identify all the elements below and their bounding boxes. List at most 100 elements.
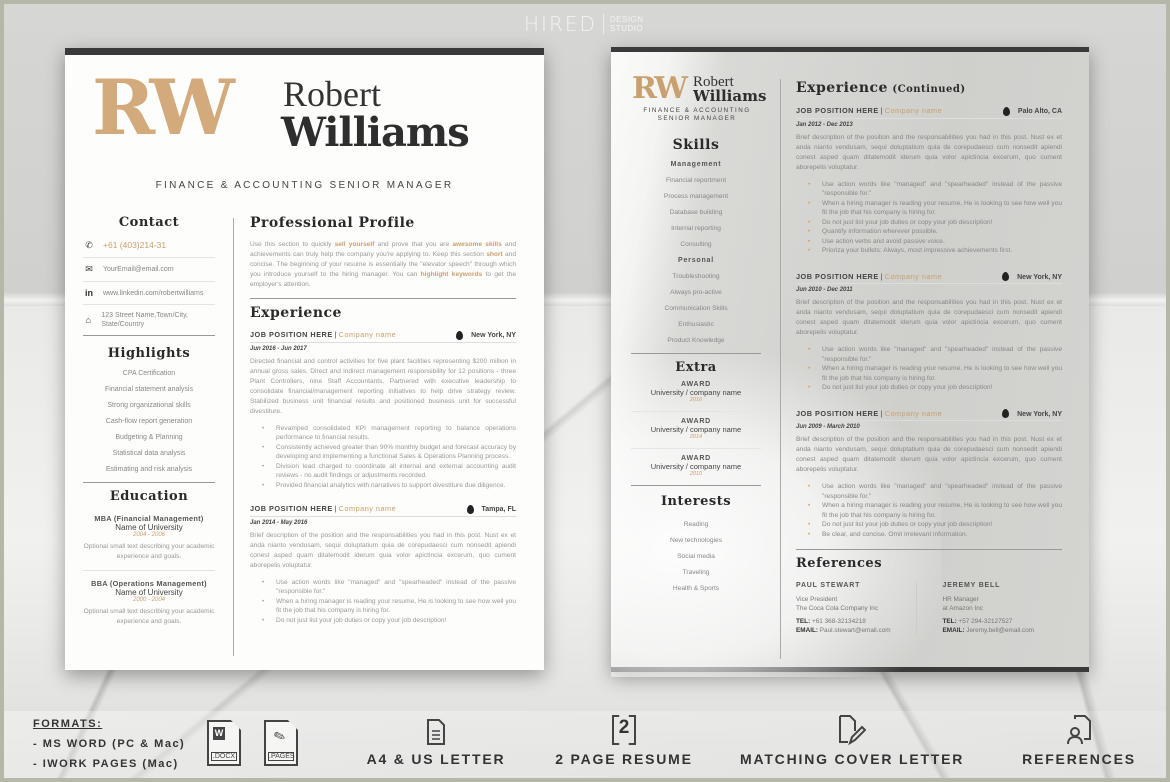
- pages-label: .PAGES: [268, 752, 295, 761]
- bullet: Provided financial analytics with narrat…: [262, 481, 516, 491]
- phone-icon: ✆: [85, 240, 93, 250]
- divider: [631, 353, 761, 354]
- divider: [250, 298, 516, 299]
- skills-category: Management: [670, 161, 722, 168]
- experience-title: Experience: [796, 80, 888, 96]
- left-column: Contact ✆ +61 (403)214-31 ✉ YourEmail@em…: [83, 215, 215, 627]
- ref-email: EMAIL: Paul.stewart@email.com: [796, 626, 916, 635]
- bullet: Do not just list your job duties or copy…: [262, 616, 516, 626]
- linkedin-icon: in: [85, 288, 93, 298]
- right-column: Experience (Continued) JOB POSITION HERE…: [796, 79, 1063, 636]
- last-name: Williams: [693, 87, 767, 105]
- reference-item: JEREMY BELL HR Manager at Amazon Inc TEL…: [943, 581, 1063, 635]
- award-year: 2016: [689, 397, 703, 403]
- job-entry: JOB POSITION HERE | Company name New Yor…: [796, 272, 1062, 393]
- features-bar: FORMATS: - MS WORD (PC & Mac) - IWORK PA…: [4, 711, 1166, 778]
- years: 2000 - 2004: [132, 597, 166, 603]
- job-company: Company name: [884, 408, 943, 418]
- label: EMAIL:: [942, 627, 965, 635]
- ref-org: at Amazon Inc: [942, 605, 984, 613]
- job-description: Brief description of the position and th…: [796, 133, 1062, 171]
- label: EMAIL:: [796, 627, 819, 635]
- bullet: When a hiring manager is reading your re…: [808, 364, 1062, 383]
- award-year: 2010: [689, 471, 703, 477]
- job-title: FINANCE & ACCOUNTING SENIOR MANAGER: [633, 107, 761, 123]
- feature-label: A4 & US LETTER: [366, 751, 506, 767]
- skill-item: Internal reporting: [671, 225, 721, 232]
- interest-item: Social media: [677, 553, 715, 560]
- phone-text: +61 (403)214-31: [103, 240, 167, 250]
- contact-email: ✉ YourEmail@email.com: [83, 258, 215, 282]
- bullet: Prioriza your bullets: Always, most impr…: [808, 246, 1062, 256]
- school: Name of University: [115, 523, 183, 532]
- reference-item: PAUL STEWART Vice President The Coca Col…: [796, 581, 917, 636]
- job-title: FINANCE & ACCOUNTING SENIOR MANAGER: [155, 180, 454, 191]
- skill-item: Product Knowledge: [667, 337, 725, 344]
- pen-icon: ✎: [271, 726, 288, 746]
- job-company: Company name: [338, 330, 397, 340]
- brand-divider: [602, 14, 604, 34]
- job-header: JOB POSITION HERE | Company name Palo Al…: [796, 106, 1062, 119]
- school: Name of University: [115, 588, 183, 597]
- brand-sub: DESIGN STUDIO: [609, 15, 644, 33]
- extra-heading: Extra: [675, 360, 717, 375]
- icon-glyph: 2: [618, 717, 630, 738]
- highlight-item: Strong organizational skills: [107, 402, 191, 409]
- ref-role: Vice President: [796, 596, 838, 604]
- interests-heading: Interests: [660, 494, 732, 509]
- docx-label: .DOCX: [211, 752, 237, 761]
- format-item: - MS WORD (PC & Mac): [33, 738, 186, 750]
- job-position: JOB POSITION HERE: [796, 271, 879, 281]
- location-pin-icon: [456, 330, 464, 340]
- highlights-heading: Highlights: [107, 346, 191, 361]
- skill-item: Database building: [669, 209, 723, 216]
- feature-label: REFERENCES: [1022, 751, 1136, 767]
- job-company: Company name: [884, 106, 943, 116]
- skills-heading: Skills: [672, 137, 720, 153]
- bullet: When a hiring manager is reading your re…: [808, 501, 1062, 520]
- years: 2004 - 2006: [132, 532, 166, 538]
- brand-name: HIRED: [524, 12, 597, 36]
- highlight-item: Estimating and risk analysis: [105, 466, 193, 473]
- bullet: Be clear, and concise. Omit irrelevant i…: [808, 530, 1062, 540]
- education-heading: Education: [109, 489, 189, 504]
- award-name: University / company name: [650, 388, 742, 397]
- references-icon: [1014, 715, 1144, 745]
- skills-category: Personal: [678, 257, 714, 264]
- education-item: BBA (Operations Management) Name of Univ…: [83, 579, 215, 627]
- job-company: Company name: [338, 504, 397, 514]
- skill-item: Enthusiastic: [678, 321, 714, 328]
- job-bullets: Use action words like "managed" and "spe…: [796, 180, 1062, 256]
- job-location: New York, NY: [471, 332, 516, 339]
- value: Jeremy.bell@email.com: [966, 627, 1035, 635]
- award-item: AWARD University / company name 2010: [631, 449, 761, 486]
- job-description: Brief description of the position and th…: [796, 299, 1062, 337]
- monogram: RW: [632, 71, 688, 106]
- job-dates: Jan 2012 - Dec 2013: [796, 121, 853, 128]
- bullet: Do not just list your job duties or copy…: [808, 520, 1062, 530]
- last-name: Williams: [281, 109, 470, 156]
- highlight-item: Cash-flow report generation: [105, 418, 193, 425]
- divider: [83, 570, 215, 571]
- job-bullets: Use action words like "managed" and "spe…: [250, 578, 516, 626]
- education-item: MBA (Financial Management) Name of Unive…: [83, 514, 215, 562]
- award-name: University / company name: [650, 462, 742, 471]
- value: Paul.stewart@email.com: [819, 627, 891, 635]
- formats-heading: FORMATS:: [33, 718, 103, 730]
- job-position: JOB POSITION HERE: [250, 330, 333, 340]
- feature-references: REFERENCES: [1014, 715, 1144, 767]
- bullet: Use action verbs and avoid passive voice…: [808, 237, 1062, 247]
- feature-2-page: 2 2 PAGE RESUME: [554, 715, 694, 767]
- job-dates: Jan 2014 - May 2016: [250, 519, 308, 526]
- job-position: JOB POSITION HERE: [796, 408, 879, 418]
- contact-list: ✆ +61 (403)214-31 ✉ YourEmail@email.com …: [83, 234, 215, 336]
- bullet: Revamped consolidated KPI management rep…: [262, 424, 516, 443]
- job-header: JOB POSITION HERE | Company name New Yor…: [796, 409, 1062, 422]
- skill-item: Consulting: [680, 241, 712, 248]
- skill-item: Communication Skills: [664, 305, 728, 312]
- edu-desc: Optional small text describing your acad…: [83, 543, 215, 560]
- job-entry: JOB POSITION HERE | Company name New Yor…: [250, 330, 516, 490]
- pages-file-icon: ✎ .PAGES: [264, 720, 298, 766]
- contact-phone: ✆ +61 (403)214-31: [83, 234, 215, 258]
- job-dates: Jun 2010 - Dec 2011: [796, 287, 853, 294]
